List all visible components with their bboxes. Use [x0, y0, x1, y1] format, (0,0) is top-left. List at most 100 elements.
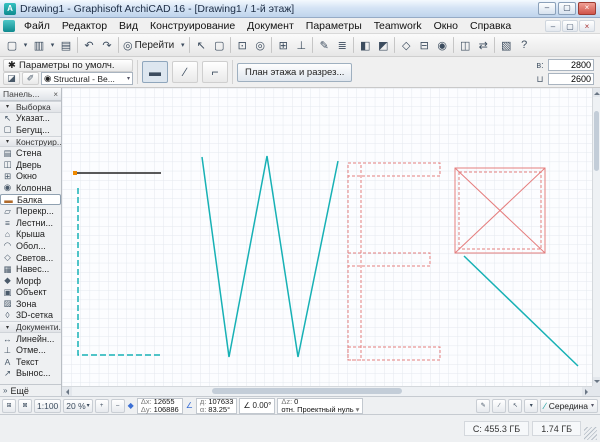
pen-icon[interactable]: ✐: [22, 72, 39, 85]
mdi-close-button[interactable]: ×: [579, 20, 595, 32]
tool-curtain-wall[interactable]: ▦ Навес...: [0, 263, 61, 275]
cursor-button[interactable]: ↖: [508, 399, 522, 413]
resize-grip[interactable]: [584, 427, 597, 440]
open-button[interactable]: ▥: [30, 36, 48, 54]
tool-door[interactable]: ◫ Дверь: [0, 159, 61, 171]
menu-item[interactable]: Файл: [18, 19, 56, 33]
tool-marquee[interactable]: ▢ Бегущ...: [0, 124, 61, 136]
mdi-minimize-button[interactable]: –: [545, 20, 561, 32]
tool-skylight[interactable]: ◇ Светов...: [0, 252, 61, 264]
tracker-options-dropdown[interactable]: ▾: [524, 399, 538, 413]
beam-inclined-button[interactable]: ∕: [172, 61, 198, 83]
tool-window[interactable]: ⊞ Окно: [0, 171, 61, 183]
tool-stair[interactable]: ≡ Лестни...: [0, 217, 61, 229]
menu-item[interactable]: Справка: [464, 19, 517, 33]
minimize-button[interactable]: –: [538, 2, 556, 15]
height-input[interactable]: [548, 59, 594, 71]
tool-morph[interactable]: ◆ Морф: [0, 275, 61, 287]
trace-reference-button[interactable]: ◫: [456, 36, 474, 54]
save-button[interactable]: ▤: [57, 36, 75, 54]
vertical-scroll-track[interactable]: [593, 97, 600, 377]
vertical-scrollbar[interactable]: [592, 88, 600, 386]
more-tools-button[interactable]: » Ещё: [0, 384, 61, 396]
floor-plan-drawing[interactable]: [62, 88, 592, 386]
zoom-tool-button[interactable]: ◎: [251, 36, 269, 54]
pen-color-button[interactable]: ✎: [476, 399, 490, 413]
redo-button[interactable]: ↷: [98, 36, 116, 54]
tool-wall[interactable]: ▤ Стена: [0, 147, 61, 159]
horizontal-scroll-track[interactable]: [72, 387, 582, 396]
check-documents-button[interactable]: ▧: [497, 36, 515, 54]
teamwork-exchange-button[interactable]: ⇄: [474, 36, 492, 54]
layer-combo[interactable]: ◉ Structural - Be... ▾: [41, 72, 133, 85]
tool-label[interactable]: ↗ Вынос...: [0, 368, 61, 380]
horizontal-scroll-thumb[interactable]: [212, 388, 402, 394]
scroll-up-icon[interactable]: [593, 88, 600, 97]
tool-shell[interactable]: ◠ Обол...: [0, 240, 61, 252]
default-settings-button[interactable]: ✱ Параметры по умолч.: [3, 59, 133, 72]
gravity-button[interactable]: ⊥: [292, 36, 310, 54]
grid-display-toggle[interactable]: ⊞: [2, 399, 16, 413]
horizontal-scrollbar[interactable]: [62, 386, 592, 396]
camera-button[interactable]: ◉: [433, 36, 451, 54]
new-dropdown[interactable]: ▾: [21, 36, 30, 54]
tool-mesh[interactable]: ◊ 3D-сетка: [0, 310, 61, 322]
menu-item[interactable]: Окно: [428, 19, 464, 33]
menu-item[interactable]: Документ: [241, 19, 300, 33]
grid-snap-button[interactable]: ⊞: [274, 36, 292, 54]
tracker-distance-angle-cell[interactable]: д: 107633 α: 83.25°: [196, 398, 238, 414]
beam-profile-button[interactable]: ⌐: [202, 61, 228, 83]
eraser-icon[interactable]: ◪: [3, 72, 20, 85]
scroll-down-icon[interactable]: [593, 377, 600, 386]
tool-roof[interactable]: ⌂ Крыша: [0, 229, 61, 241]
layer-settings-button[interactable]: ≣: [333, 36, 351, 54]
tool-object[interactable]: ▣ Объект: [0, 287, 61, 299]
3d-window-button[interactable]: ◇: [397, 36, 415, 54]
tool-arrow[interactable]: ↖ Указат...: [0, 113, 61, 125]
arrow-tool-button[interactable]: ↖: [192, 36, 210, 54]
open-dropdown[interactable]: ▾: [48, 36, 57, 54]
pen-sets-button[interactable]: ✎: [315, 36, 333, 54]
marquee-tool-button[interactable]: ▢: [210, 36, 228, 54]
go-to-dropdown[interactable]: ▾: [178, 36, 187, 54]
elevation-reference-cell[interactable]: Δz: 0 отн. Проектный нуль ▾: [277, 398, 363, 414]
section-selection[interactable]: ▾ Выборка: [0, 101, 61, 113]
new-document-button[interactable]: ▢: [3, 36, 21, 54]
help-button[interactable]: ?: [515, 36, 533, 54]
drawing-canvas[interactable]: [62, 88, 592, 386]
maximize-button[interactable]: ▢: [558, 2, 576, 15]
section-design[interactable]: ▾ Конструир...: [0, 136, 61, 148]
section-tool-button[interactable]: ⊟: [415, 36, 433, 54]
fit-in-window-button[interactable]: ⊡: [233, 36, 251, 54]
scroll-right-icon[interactable]: [582, 387, 592, 396]
floor-plan-section-button[interactable]: План этажа и разрез...: [237, 63, 352, 82]
scroll-left-icon[interactable]: [62, 387, 72, 396]
tool-beam[interactable]: ▬ Балка: [0, 194, 61, 206]
guide-lines-button[interactable]: ∕: [492, 399, 506, 413]
menu-item[interactable]: Конструирование: [144, 19, 241, 33]
menu-item[interactable]: Вид: [113, 19, 144, 33]
close-button[interactable]: ×: [578, 2, 596, 15]
tool-slab[interactable]: ▱ Перекр...: [0, 205, 61, 217]
snap-midpoint-indicator[interactable]: ∕ Середина ▾: [540, 399, 598, 413]
tool-text[interactable]: А Текст: [0, 356, 61, 368]
selection-handle[interactable]: [73, 171, 77, 175]
go-to-button[interactable]: ◎ Перейти: [121, 36, 178, 54]
toolbox-header[interactable]: Панель... ×: [0, 88, 61, 101]
mdi-restore-button[interactable]: ▢: [562, 20, 578, 32]
scale-button[interactable]: 1:100: [34, 399, 61, 413]
tool-dimension[interactable]: ↔ Линейн...: [0, 333, 61, 345]
rotation-angle-cell[interactable]: ∠ 0.00°: [239, 398, 275, 414]
beam-straight-button[interactable]: ▬: [142, 61, 168, 83]
zoom-out-button[interactable]: –: [111, 399, 125, 413]
lock-elements-button[interactable]: ◩: [374, 36, 392, 54]
undo-button[interactable]: ↶: [80, 36, 98, 54]
bottom-elevation-input[interactable]: [548, 73, 594, 85]
menu-item[interactable]: Teamwork: [368, 19, 428, 33]
tool-level-dimension[interactable]: ⊥ Отме...: [0, 344, 61, 356]
tracker-xy-cell[interactable]: Δх: 12655 Δу: 106886: [137, 398, 183, 414]
menu-item[interactable]: Редактор: [56, 19, 113, 33]
zoom-in-button[interactable]: +: [95, 399, 109, 413]
tool-column[interactable]: ◉ Колонна: [0, 182, 61, 194]
snap-grid-toggle[interactable]: ⊠: [18, 399, 32, 413]
